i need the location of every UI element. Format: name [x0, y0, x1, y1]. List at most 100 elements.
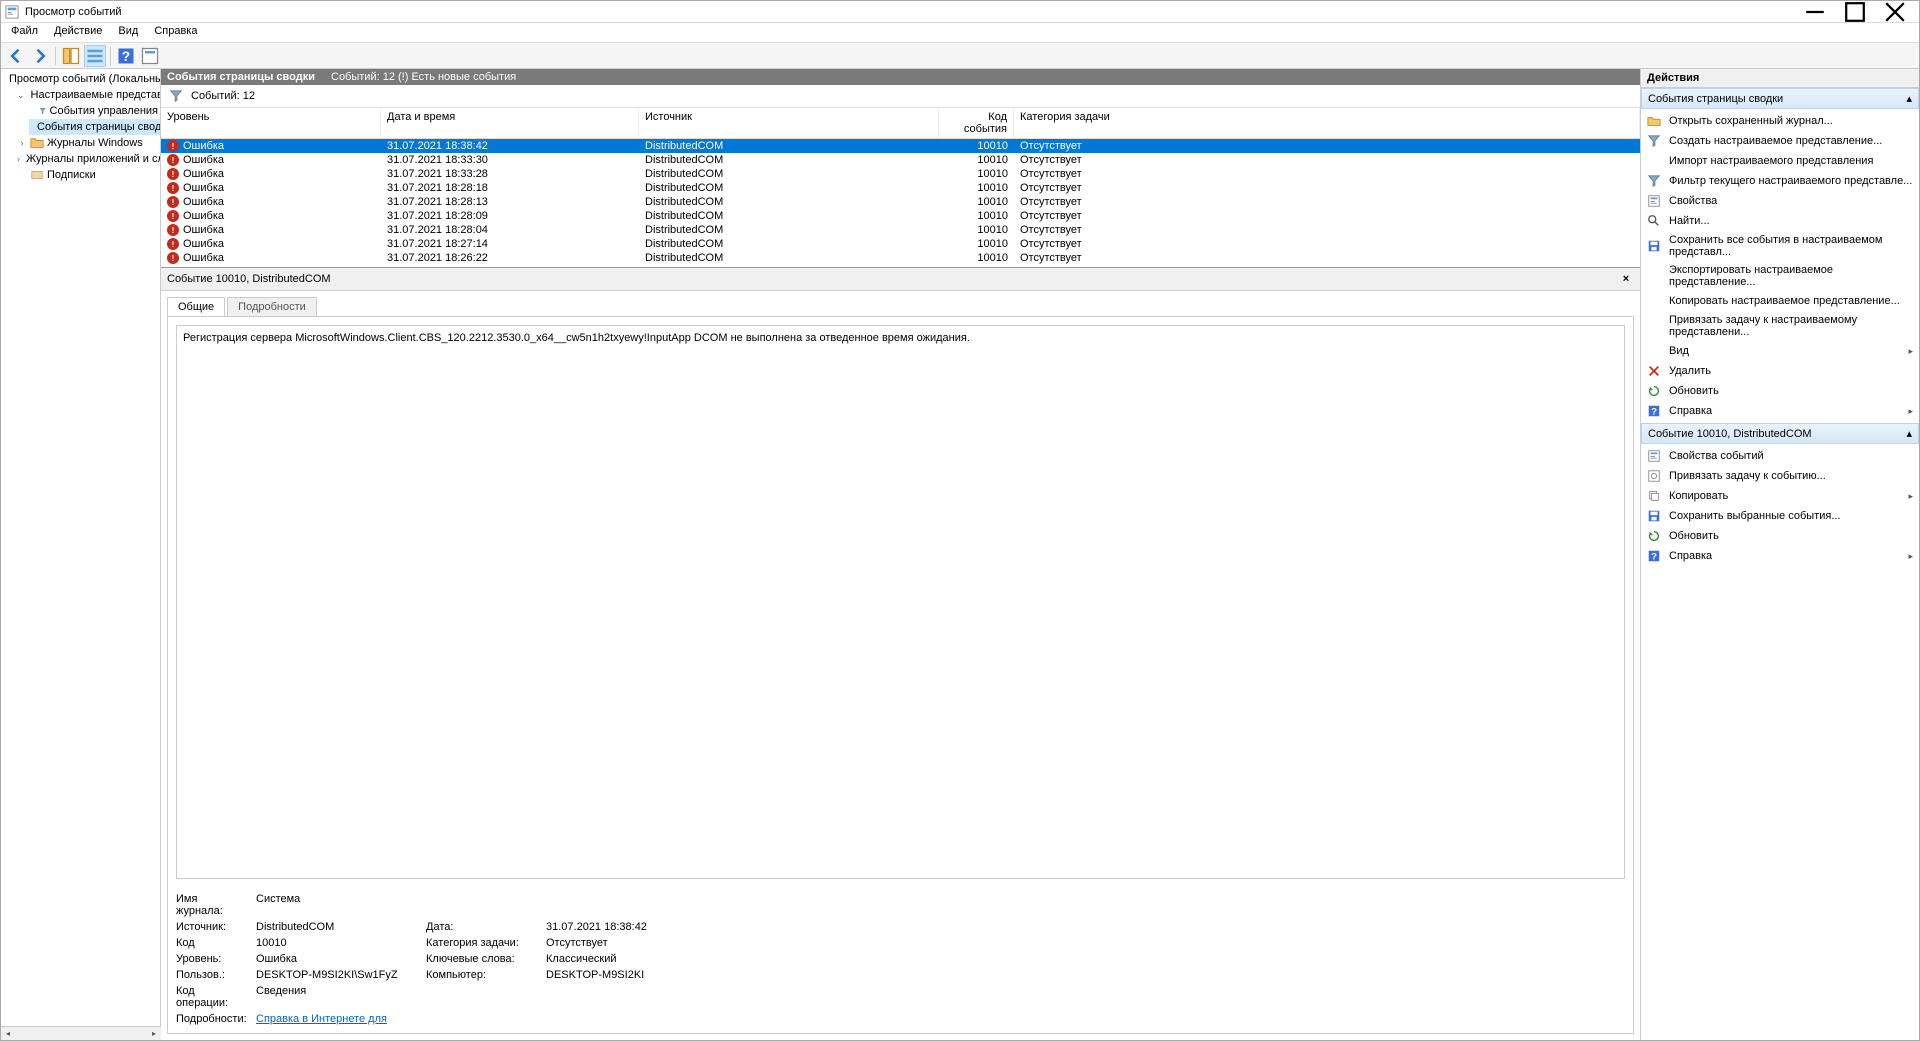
tree-root[interactable]: Просмотр событий (Локальны [1, 71, 160, 87]
event-code: 10010 [939, 153, 1014, 167]
event-source: DistributedCOM [639, 153, 939, 167]
table-row[interactable]: !Ошибка31.07.2021 18:28:09DistributedCOM… [161, 209, 1640, 223]
action-item[interactable]: ?Справка▸ [1641, 546, 1919, 566]
action-item[interactable]: Свойства событий [1641, 446, 1919, 466]
col-source[interactable]: Источник [639, 108, 939, 138]
col-code[interactable]: Код события [939, 108, 1014, 138]
action-item[interactable]: Удалить [1641, 361, 1919, 381]
action-item[interactable]: ?Справка▸ [1641, 401, 1919, 421]
table-row[interactable]: !Ошибка31.07.2021 18:33:28DistributedCOM… [161, 167, 1640, 181]
save-icon [1647, 239, 1661, 253]
forward-button[interactable] [29, 45, 51, 67]
tab-general[interactable]: Общие [167, 297, 225, 316]
table-row[interactable]: !Ошибка31.07.2021 18:27:14DistributedCOM… [161, 237, 1640, 251]
back-button[interactable] [5, 45, 27, 67]
list-view-button[interactable] [84, 45, 106, 67]
event-date: 31.07.2021 18:28:09 [381, 209, 639, 223]
action-label: Привязать задачу к настраиваемому предст… [1669, 314, 1913, 338]
level-label: Уровень: [176, 953, 246, 965]
table-row[interactable]: !Ошибка31.07.2021 18:28:18DistributedCOM… [161, 181, 1640, 195]
action-item[interactable]: Создать настраиваемое представление... [1641, 131, 1919, 151]
online-help-link[interactable]: Справка в Интернете для [256, 1013, 387, 1025]
action-item[interactable]: Открыть сохраненный журнал... [1641, 111, 1919, 131]
tab-details[interactable]: Подробности [227, 297, 317, 316]
show-tree-button[interactable] [60, 45, 82, 67]
filter-icon [39, 104, 46, 118]
action-label: Справка [1669, 405, 1712, 417]
scroll-right-icon[interactable]: ▸ [147, 1028, 161, 1040]
help-button[interactable]: ? [115, 45, 137, 67]
action-item[interactable]: Обновить [1641, 526, 1919, 546]
error-icon: ! [167, 154, 179, 166]
actions-section-2-header[interactable]: Событие 10010, DistributedCOM ▴ [1641, 423, 1919, 444]
action-item[interactable]: Сохранить все события в настраиваемом пр… [1641, 231, 1919, 261]
source-label: Источник: [176, 921, 246, 933]
event-source: DistributedCOM [639, 167, 939, 181]
event-date: 31.07.2021 18:28:13 [381, 195, 639, 209]
menu-help[interactable]: Справка [146, 23, 205, 42]
maximize-button[interactable] [1835, 1, 1875, 23]
event-category: Отсутствует [1014, 181, 1640, 195]
folder-open-icon [1647, 114, 1661, 128]
action-label: Удалить [1669, 365, 1711, 377]
tree-horizontal-scrollbar[interactable]: ◂ ▸ [1, 1026, 161, 1040]
event-level: Ошибка [183, 168, 224, 180]
tree-summary-page[interactable]: События страницы свод [29, 119, 160, 135]
close-button[interactable] [1875, 1, 1915, 23]
tree-admin-events[interactable]: События управления [29, 103, 160, 119]
action-item[interactable]: Экспортировать настраиваемое представлен… [1641, 261, 1919, 291]
action-item[interactable]: Импорт настраиваемого представления [1641, 151, 1919, 171]
collapse-icon[interactable]: ⌄ [17, 90, 25, 101]
scroll-left-icon[interactable]: ◂ [1, 1028, 15, 1040]
tree-app-logs[interactable]: › Журналы приложений и сл [15, 151, 160, 167]
action-item[interactable]: Фильтр текущего настраиваемого представл… [1641, 171, 1919, 191]
error-icon: ! [167, 238, 179, 250]
col-category[interactable]: Категория задачи [1014, 108, 1640, 138]
properties-toolbar-button[interactable] [139, 45, 161, 67]
action-item[interactable]: Привязать задачу к событию... [1641, 466, 1919, 486]
tree-windows-logs[interactable]: › Журналы Windows [15, 135, 160, 151]
action-item[interactable]: Сохранить выбранные события... [1641, 506, 1919, 526]
action-item[interactable]: Копировать настраиваемое представление..… [1641, 291, 1919, 311]
action-item[interactable]: Обновить [1641, 381, 1919, 401]
folder-icon [30, 136, 44, 150]
event-category: Отсутствует [1014, 195, 1640, 209]
tree-subscriptions[interactable]: Подписки [15, 167, 160, 183]
action-item[interactable]: Вид▸ [1641, 341, 1919, 361]
expand-icon[interactable]: › [17, 154, 20, 164]
col-date[interactable]: Дата и время [381, 108, 639, 138]
keywords-label: Ключевые слова: [426, 953, 536, 965]
blank-icon [1647, 319, 1661, 333]
table-row[interactable]: !Ошибка31.07.2021 18:33:30DistributedCOM… [161, 153, 1640, 167]
col-level[interactable]: Уровень [161, 108, 381, 138]
actions-section-1-header[interactable]: События страницы сводки ▴ [1641, 88, 1919, 109]
event-source: DistributedCOM [639, 237, 939, 251]
action-item[interactable]: Свойства [1641, 191, 1919, 211]
table-row[interactable]: !Ошибка31.07.2021 18:28:04DistributedCOM… [161, 223, 1640, 237]
minimize-button[interactable] [1795, 1, 1835, 23]
event-list[interactable]: Уровень Дата и время Источник Код событи… [161, 108, 1640, 268]
expand-icon[interactable]: › [17, 138, 27, 148]
tree-custom-views[interactable]: ⌄ Настраиваемые представле [15, 87, 160, 103]
table-row[interactable]: !Ошибка31.07.2021 18:26:22DistributedCOM… [161, 251, 1640, 265]
collapse-icon: ▴ [1906, 92, 1912, 105]
event-code: 10010 [939, 195, 1014, 209]
save-icon [1647, 509, 1661, 523]
action-item[interactable]: Найти... [1641, 211, 1919, 231]
table-row[interactable]: !Ошибка31.07.2021 18:28:13DistributedCOM… [161, 195, 1640, 209]
action-item[interactable]: Копировать▸ [1641, 486, 1919, 506]
menu-file[interactable]: Файл [3, 23, 46, 42]
opcode-value: Сведения [256, 985, 416, 1009]
action-item[interactable]: Привязать задачу к настраиваемому предст… [1641, 311, 1919, 341]
log-name-value: Система [256, 893, 416, 917]
tree-pane[interactable]: Просмотр событий (Локальны ⌄ Настраиваем… [1, 69, 161, 1026]
detail-close-button[interactable]: × [1618, 271, 1634, 287]
action-label: Найти... [1669, 215, 1710, 227]
table-row[interactable]: !Ошибка31.07.2021 18:38:42DistributedCOM… [161, 139, 1640, 153]
menu-view[interactable]: Вид [110, 23, 146, 42]
date-value: 31.07.2021 18:38:42 [546, 921, 746, 933]
blank-icon [1647, 269, 1661, 283]
menu-action[interactable]: Действие [46, 23, 110, 42]
computer-value: DESKTOP-M9SI2KI [546, 969, 746, 981]
user-value: DESKTOP-M9SI2KI\Sw1FyZ [256, 969, 416, 981]
